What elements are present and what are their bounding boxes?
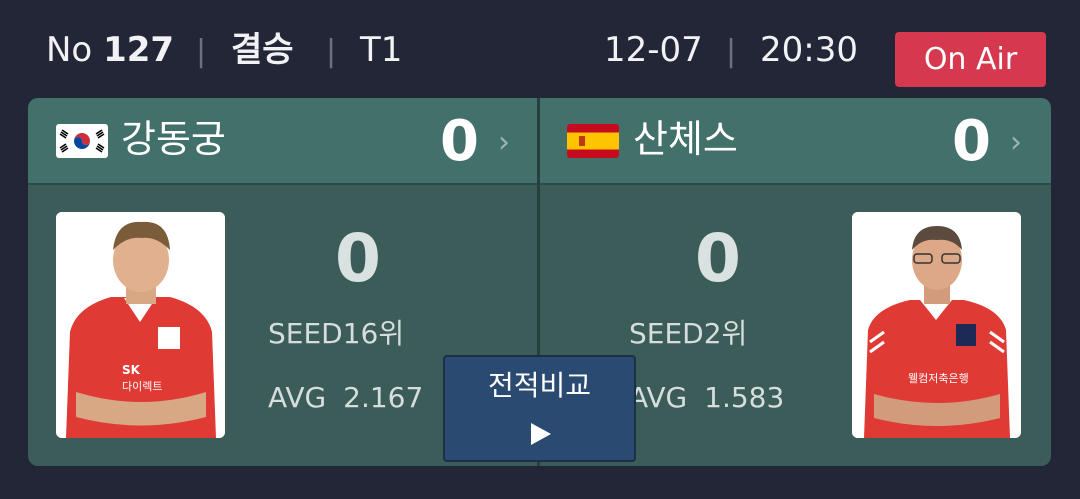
player1-photo: SK 다이렉트 [56, 212, 225, 438]
avg-label: AVG [629, 381, 688, 414]
header-separator: | [326, 34, 337, 69]
player2-seed: SEED2위 [629, 317, 748, 350]
on-air-button[interactable]: On Air [895, 32, 1046, 87]
spain-flag-icon [567, 124, 619, 158]
player2-photo: 웰컴저축은행 [852, 212, 1021, 438]
player2-score: 0 [695, 220, 741, 297]
chevron-right-icon[interactable]: › [1010, 128, 1022, 158]
svg-text:웰컴저축은행: 웰컴저축은행 [908, 372, 969, 385]
table-number: T1 [360, 30, 403, 70]
player2-name[interactable]: 산체스 [633, 116, 738, 162]
match-number-value: 127 [103, 30, 175, 70]
header-separator: | [726, 34, 737, 69]
avg-value: 1.583 [704, 381, 785, 414]
play-icon [531, 423, 551, 445]
compare-record-label: 전적비교 [487, 369, 592, 402]
player2-avg: AVG 1.583 [629, 381, 784, 415]
player1-seed: SEED16위 [268, 317, 405, 350]
player2-set-score: 0 [952, 109, 991, 174]
match-date: 12-07 [604, 30, 703, 70]
player1-avg: AVG 2.167 [268, 381, 423, 415]
match-round: 결승 [231, 30, 294, 70]
match-number: No 127 [46, 30, 174, 70]
south-korea-flag-icon [56, 124, 108, 158]
player1-score: 0 [335, 220, 381, 297]
player1-name[interactable]: 강동궁 [121, 116, 226, 162]
chevron-right-icon[interactable]: › [498, 128, 510, 158]
avg-label: AVG [268, 381, 327, 414]
player1-set-score: 0 [440, 109, 479, 174]
match-header: No 127 | 결승 | T1 12-07 | 20:30 On Air [0, 0, 1080, 98]
match-number-label: No [46, 30, 93, 70]
header-separator: | [196, 34, 207, 69]
compare-record-button[interactable]: 전적비교 [443, 355, 636, 462]
svg-text:다이렉트: 다이렉트 [122, 380, 162, 393]
avg-value: 2.167 [343, 381, 424, 414]
svg-text:SK: SK [122, 363, 141, 377]
match-time: 20:30 [760, 30, 858, 70]
